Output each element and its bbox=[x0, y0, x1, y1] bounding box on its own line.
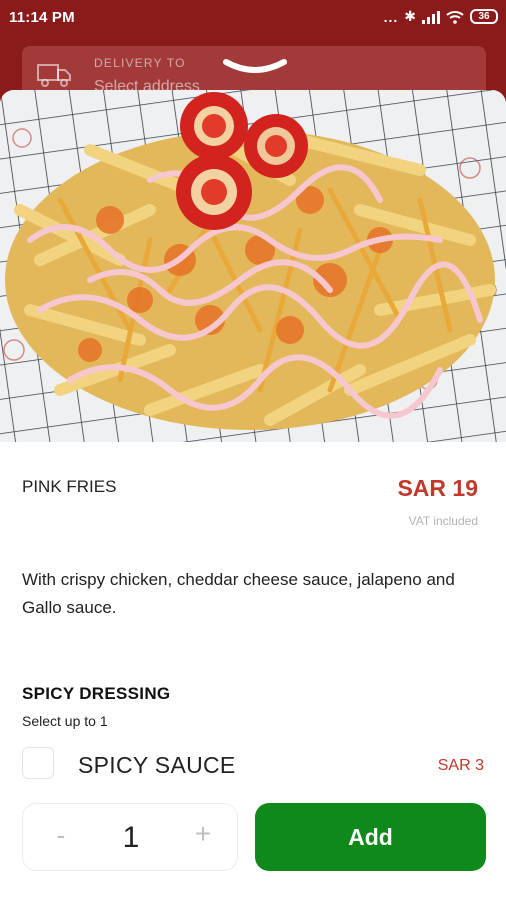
truck-icon bbox=[37, 64, 71, 87]
bluetooth-icon: ✱ bbox=[404, 8, 416, 24]
decrease-quantity-button[interactable]: - bbox=[51, 820, 71, 851]
add-to-cart-button[interactable]: Add bbox=[255, 803, 486, 871]
spicy-sauce-checkbox[interactable] bbox=[22, 747, 54, 779]
status-bar: 11:14 PM ... ✱ 36 bbox=[0, 0, 506, 36]
option-price: SAR 3 bbox=[437, 757, 484, 774]
collapse-chevron-icon[interactable] bbox=[222, 56, 288, 76]
product-image bbox=[0, 90, 506, 442]
delivery-label: DELIVERY TO bbox=[94, 56, 186, 70]
status-icons: ... ✱ 36 bbox=[384, 8, 498, 25]
battery-icon: 36 bbox=[470, 9, 498, 24]
quantity-value: 1 bbox=[122, 821, 140, 854]
option-label[interactable]: SPICY SAUCE bbox=[78, 752, 236, 779]
option-group-title: SPICY DRESSING bbox=[22, 684, 171, 703]
option-group-subtitle: Select up to 1 bbox=[22, 713, 108, 729]
vat-note: VAT included bbox=[408, 514, 478, 528]
product-sheet: PINK FRIES SAR 19 VAT included With cris… bbox=[0, 90, 506, 900]
product-description: With crispy chicken, cheddar cheese sauc… bbox=[22, 570, 455, 617]
notification-dots-icon: ... bbox=[383, 8, 399, 25]
signal-icon bbox=[422, 10, 440, 24]
product-name: PINK FRIES bbox=[22, 477, 117, 496]
quantity-stepper: - 1 + bbox=[22, 803, 238, 871]
status-time: 11:14 PM bbox=[9, 9, 75, 26]
product-price: SAR 19 bbox=[397, 475, 478, 501]
increase-quantity-button[interactable]: + bbox=[193, 818, 213, 850]
wifi-icon bbox=[446, 10, 464, 24]
